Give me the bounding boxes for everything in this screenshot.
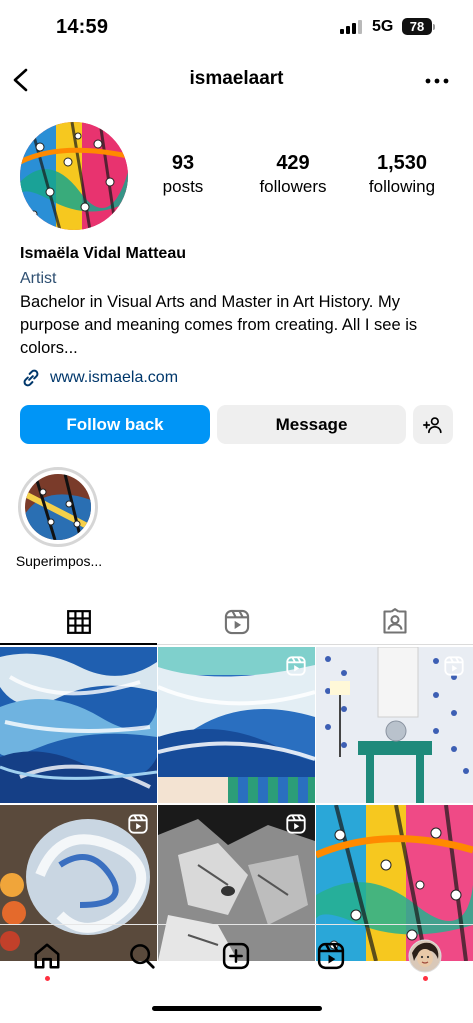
tab-grid[interactable]: [0, 600, 157, 644]
reel-badge-icon: [128, 814, 148, 834]
create-icon: [222, 942, 250, 970]
follow-back-button[interactable]: Follow back: [20, 405, 210, 444]
signal-icon: [340, 20, 366, 34]
status-time: 14:59: [56, 16, 109, 38]
nav-profile[interactable]: [405, 936, 445, 976]
home-icon: [34, 943, 60, 969]
profile-username: ismaelaart: [189, 68, 284, 89]
suggest-people-button[interactable]: [413, 405, 453, 444]
bottom-nav-divider: [0, 924, 473, 925]
more-options-button[interactable]: [424, 74, 450, 86]
message-button[interactable]: Message: [217, 405, 406, 444]
followers-count: 429: [276, 152, 310, 174]
active-tab-indicator: [0, 643, 157, 645]
network-label: 5G: [372, 18, 394, 35]
nav-search[interactable]: [122, 936, 162, 976]
reels-icon: [224, 609, 249, 635]
followers-label: followers: [259, 177, 327, 196]
tab-reels[interactable]: [158, 600, 315, 644]
posts-stat[interactable]: 93 posts: [128, 152, 238, 197]
following-stat[interactable]: 1,530 following: [347, 152, 457, 197]
nav-home[interactable]: [27, 936, 67, 976]
posts-count: 93: [171, 152, 195, 174]
profile-notification-dot: [423, 976, 428, 981]
following-label: following: [368, 177, 436, 196]
avatar-artwork: [20, 122, 128, 230]
profile-category: Artist: [20, 270, 57, 287]
nav-reels[interactable]: [311, 936, 351, 976]
profile-name: Ismaëla Vidal Matteau: [20, 245, 186, 262]
link-icon: [23, 369, 39, 387]
add-person-icon: [423, 416, 442, 433]
search-icon: [130, 944, 155, 969]
tagged-icon: [382, 608, 407, 634]
story-highlight[interactable]: [18, 467, 98, 547]
grid-post-2[interactable]: [158, 647, 315, 803]
profile-avatar[interactable]: [20, 122, 128, 230]
home-notification-dot: [45, 976, 50, 981]
grid-icon: [66, 610, 91, 634]
profile-link[interactable]: www.ismaela.com: [20, 366, 178, 390]
highlight-label: Superimpos...: [15, 553, 103, 569]
grid-post-1[interactable]: [0, 647, 157, 803]
posts-label: posts: [162, 177, 204, 196]
nav-create[interactable]: [216, 936, 256, 976]
following-count: 1,530: [376, 152, 428, 174]
profile-link-text: www.ismaela.com: [50, 369, 179, 386]
reel-badge-icon: [444, 656, 464, 676]
more-icon: [425, 78, 449, 84]
battery-tip: [433, 24, 435, 30]
grid-post-3[interactable]: [316, 647, 473, 803]
reels-icon: [317, 942, 345, 970]
followers-stat[interactable]: 429 followers: [238, 152, 348, 197]
home-indicator: [152, 1006, 322, 1011]
reel-badge-icon: [286, 814, 306, 834]
battery-indicator: 78: [402, 18, 432, 35]
reel-badge-icon: [286, 656, 306, 676]
highlight-cover: [25, 474, 91, 540]
post-image: [0, 647, 157, 803]
profile-bio: Bachelor in Visual Arts and Master in Ar…: [20, 293, 418, 357]
profile-avatar-icon: [408, 939, 442, 973]
tab-tagged[interactable]: [316, 600, 473, 644]
